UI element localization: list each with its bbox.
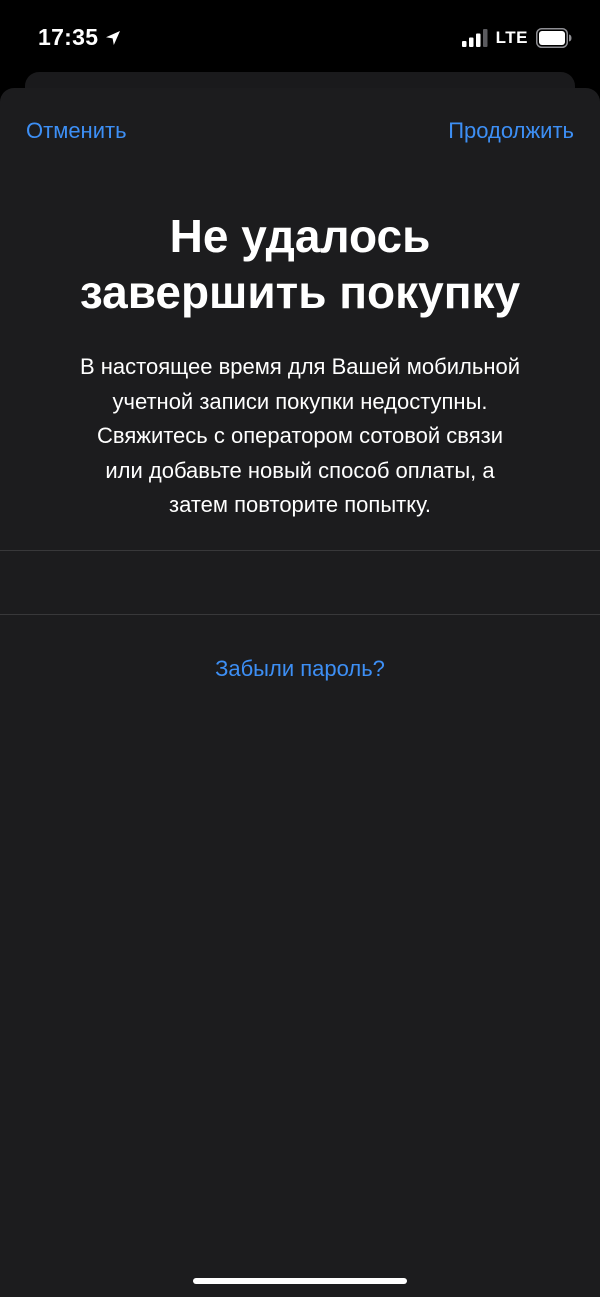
dialog-title: Не удалось завершить покупку bbox=[79, 210, 521, 318]
status-time: 17:35 bbox=[38, 24, 99, 50]
continue-button[interactable]: Продолжить bbox=[448, 118, 574, 144]
sheet-nav-bar: Отменить Продолжить bbox=[0, 88, 600, 174]
dialog-message: В настоящее время для Вашей мобильной уч… bbox=[79, 354, 520, 517]
network-type-label: LTE bbox=[495, 28, 528, 47]
app-screen: 17:35 LTE Отменить Продолжить Не удалось… bbox=[0, 0, 600, 1297]
purchase-sheet: Отменить Продолжить Не удалось завершить… bbox=[0, 88, 600, 1297]
cancel-button[interactable]: Отменить bbox=[26, 118, 127, 144]
cellular-signal-icon bbox=[461, 29, 488, 47]
forgot-password-link[interactable]: Забыли пароль? bbox=[0, 656, 600, 682]
battery-icon bbox=[536, 28, 572, 48]
status-time-group: 17:35 bbox=[38, 24, 122, 51]
separator-bottom bbox=[0, 614, 600, 615]
separator-top bbox=[0, 550, 600, 551]
status-bar: 17:35 LTE bbox=[0, 0, 600, 72]
status-indicators: LTE bbox=[461, 28, 572, 48]
location-arrow-icon bbox=[106, 30, 121, 45]
home-indicator[interactable] bbox=[193, 1278, 407, 1284]
